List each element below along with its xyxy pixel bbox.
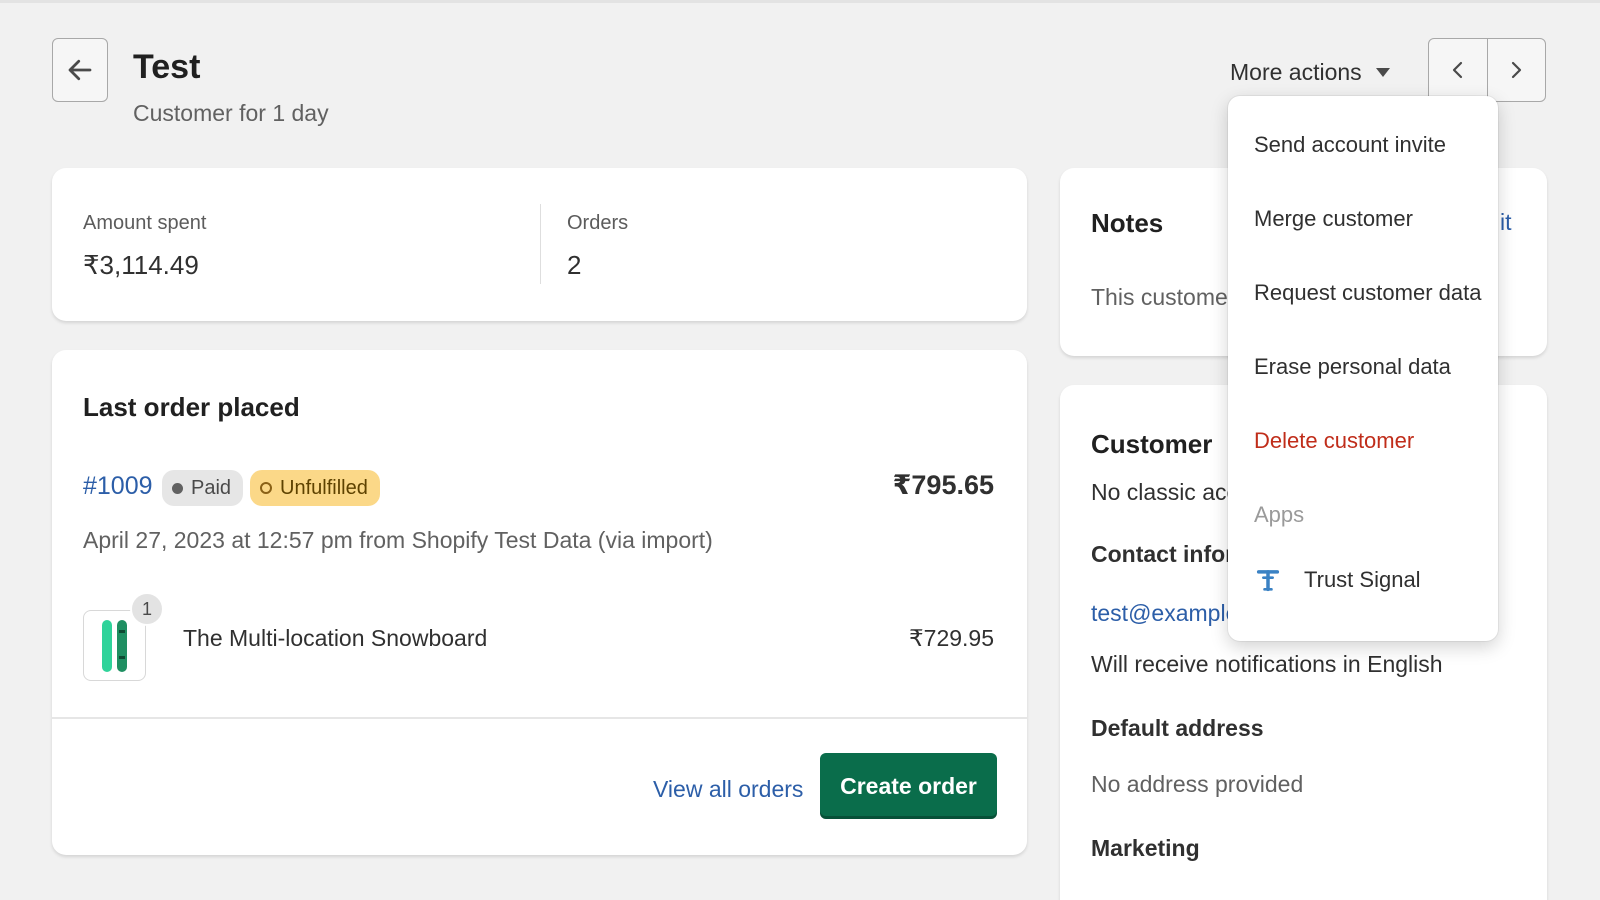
caret-down-icon [1375,67,1390,77]
order-meta: April 27, 2023 at 12:57 pm from Shopify … [83,527,713,553]
more-actions-button[interactable]: More actions [1230,52,1390,92]
view-all-orders-link[interactable]: View all orders [653,776,803,803]
menu-item-erase-personal-data[interactable]: Erase personal data [1254,354,1451,380]
last-order-card: Last order placed #1009 Paid Unfulfilled… [52,350,1027,855]
arrow-left-icon [68,59,92,81]
amount-spent-value: ₹3,114.49 [83,250,199,280]
classic-account-text: No classic acc [1091,479,1238,505]
payment-status-text: Paid [191,476,232,499]
notification-language-text: Will receive notifications in English [1091,651,1443,677]
page-title: Test [133,48,201,86]
menu-section-apps: Apps [1254,502,1305,527]
snowboard-image-icon [101,619,127,672]
order-number-link[interactable]: #1009 [83,472,153,501]
card-divider [52,717,1027,719]
page-subtitle: Customer for 1 day [133,100,329,126]
default-address-heading: Default address [1091,715,1264,741]
fulfillment-status-badge: Unfulfilled [250,470,380,506]
top-border [0,0,1600,3]
notes-edit-link[interactable]: it [1500,209,1512,236]
menu-item-merge-customer[interactable]: Merge customer [1254,206,1413,232]
menu-item-delete-customer[interactable]: Delete customer [1254,428,1414,454]
last-order-title: Last order placed [83,392,300,422]
trust-signal-label: Trust Signal [1304,567,1421,592]
payment-status-badge: Paid [162,470,244,506]
create-order-button[interactable]: Create order [820,753,997,819]
menu-item-send-account-invite[interactable]: Send account invite [1254,132,1446,158]
menu-item-trust-signal[interactable]: Trust Signal [1254,566,1421,594]
line-item-price: ₹729.95 [909,625,994,651]
orders-count-label: Orders [567,212,629,234]
previous-customer-button[interactable] [1429,39,1488,101]
back-button[interactable] [52,38,108,102]
customer-stats-card: Amount spent ₹3,114.49 Orders 2 [52,168,1027,321]
menu-item-request-customer-data[interactable]: Request customer data [1254,280,1481,306]
status-dot-icon [172,482,183,494]
notes-title: Notes [1091,208,1164,238]
more-actions-label: More actions [1230,58,1362,85]
customer-email-link[interactable]: test@example [1091,600,1238,627]
contact-information-heading: Contact infor [1091,541,1235,567]
incomplete-circle-icon [260,482,272,494]
notes-text: This customer [1091,284,1236,310]
chevron-right-icon [1512,61,1522,79]
amount-spent-label: Amount spent [83,212,207,234]
trust-signal-icon [1256,570,1280,592]
chevron-left-icon [1452,61,1462,79]
orders-count-value: 2 [567,250,582,280]
address-text: No address provided [1091,771,1304,797]
marketing-heading: Marketing [1091,835,1200,861]
next-customer-button[interactable] [1488,39,1546,101]
record-pager [1428,38,1546,102]
order-total: ₹795.65 [892,470,994,500]
stat-divider [540,204,541,284]
more-actions-menu: Send account invite Merge customer Reque… [1228,96,1498,641]
fulfillment-status-text: Unfulfilled [280,476,368,499]
customer-title: Customer [1091,429,1213,459]
line-item-name[interactable]: The Multi-location Snowboard [183,625,487,652]
item-quantity-badge: 1 [130,592,164,626]
